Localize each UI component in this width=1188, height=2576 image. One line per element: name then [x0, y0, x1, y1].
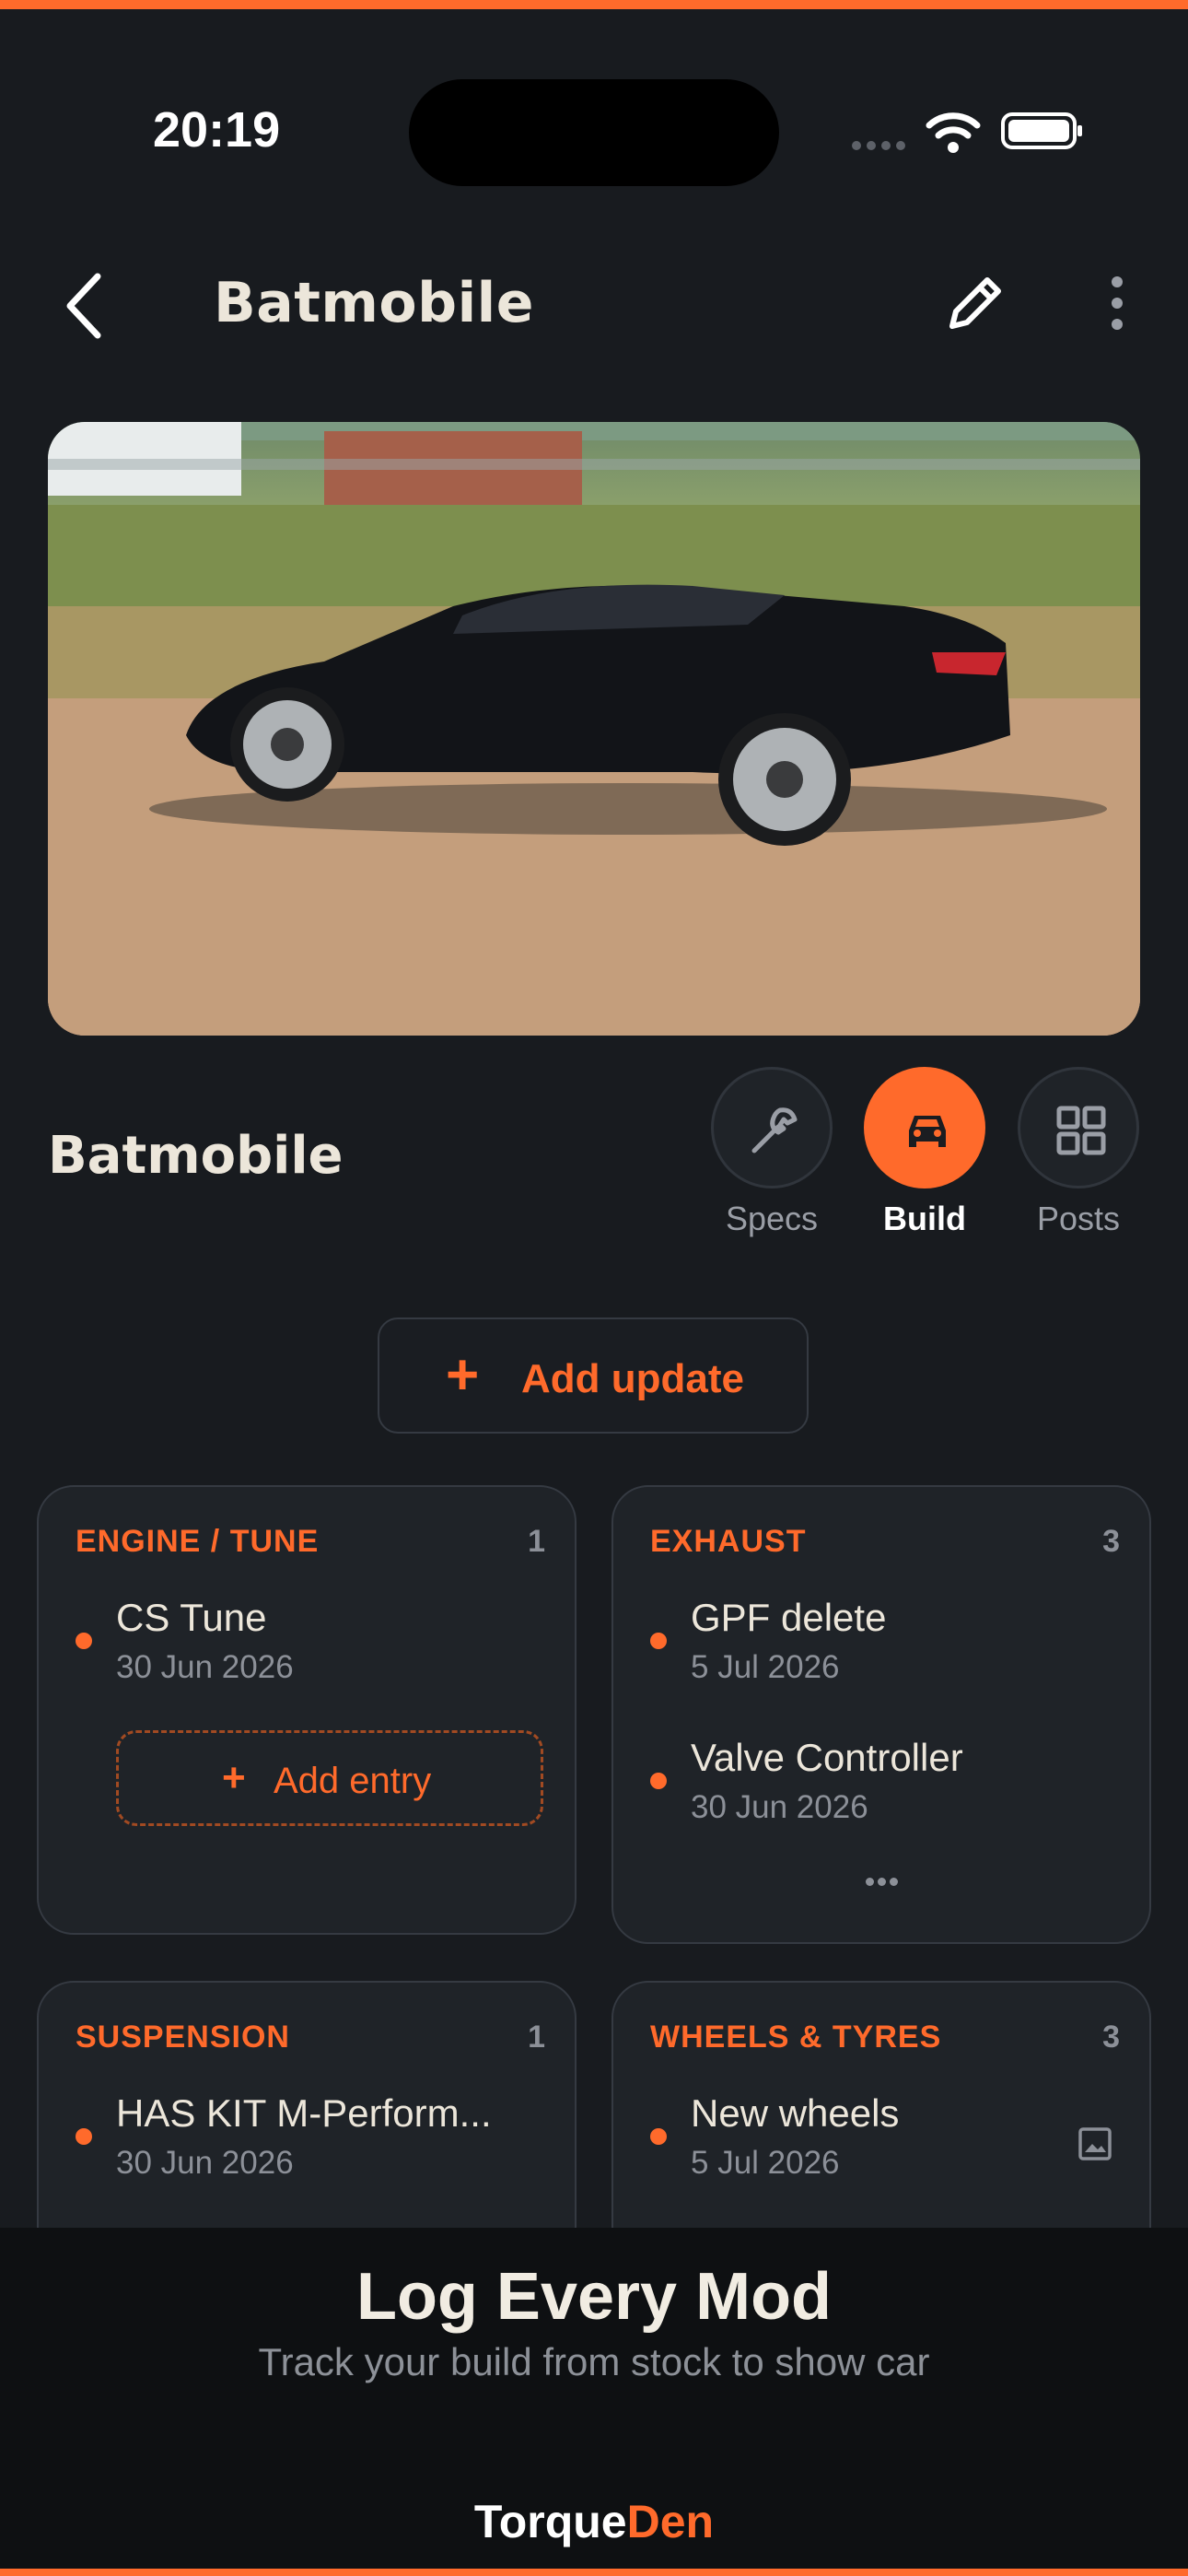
add-entry-button[interactable]: + Add entry — [116, 1730, 543, 1826]
bottom-accent-bar — [0, 2569, 1188, 2576]
brand-logo: TorqueDen — [0, 2495, 1188, 2548]
category-title: WHEELS & TYRES — [650, 2020, 942, 2055]
more-entries-icon[interactable] — [866, 1874, 903, 1886]
more-options-button[interactable] — [1101, 273, 1133, 334]
entry-title: GPF delete — [691, 1596, 887, 1639]
add-update-button[interactable]: + Add update — [378, 1317, 809, 1434]
plus-icon: + — [222, 1755, 246, 1800]
wifi-icon — [926, 112, 981, 153]
category-title: ENGINE / TUNE — [76, 1524, 320, 1559]
brand-part1: Torque — [473, 2496, 627, 2547]
entry-title: New wheels — [691, 2091, 900, 2135]
back-button[interactable] — [57, 269, 112, 343]
edit-button[interactable] — [943, 271, 1007, 335]
category-count: 1 — [528, 2020, 545, 2055]
category-title: EXHAUST — [650, 1524, 807, 1559]
entry-title: HAS KIT M-Perform... — [116, 2091, 492, 2135]
tab-specs[interactable]: Specs — [709, 1067, 834, 1238]
promo-title: Log Every Mod — [355, 2260, 833, 2334]
tab-build[interactable]: Build — [862, 1067, 987, 1238]
entry-title: Valve Controller — [691, 1736, 963, 1779]
entry-date: 30 Jun 2026 — [116, 2145, 294, 2181]
entry-title: CS Tune — [116, 1596, 267, 1639]
dynamic-island — [409, 79, 779, 186]
brand-part2: Den — [626, 2496, 715, 2547]
tab-build-label: Build — [883, 1200, 966, 1237]
category-count: 3 — [1102, 2020, 1120, 2055]
page-title: Batmobile — [214, 271, 534, 335]
add-entry-label: Add entry — [274, 1761, 432, 1801]
add-update-label: Add update — [521, 1356, 744, 1401]
bullet-dot — [76, 2128, 92, 2145]
entry-date: 5 Jul 2026 — [691, 2145, 840, 2181]
grid-icon — [1056, 1106, 1106, 1155]
vehicle-name: Batmobile — [48, 1126, 344, 1186]
category-count: 3 — [1102, 1524, 1120, 1559]
category-count: 1 — [528, 1524, 545, 1559]
category-title: SUSPENSION — [76, 2020, 290, 2055]
plus-icon: + — [446, 1343, 480, 1407]
battery-icon — [1001, 112, 1082, 149]
image-icon — [1078, 2127, 1112, 2160]
vehicle-photo — [48, 422, 1140, 1036]
tab-specs-label: Specs — [725, 1200, 819, 1237]
tab-posts-label: Posts — [1036, 1200, 1121, 1237]
wrench-icon — [751, 1107, 798, 1153]
tab-posts[interactable]: Posts — [1016, 1067, 1141, 1238]
bullet-dot — [650, 1773, 667, 1789]
signal-icon — [852, 138, 911, 155]
entry-date: 30 Jun 2026 — [116, 1649, 294, 1685]
promo-subtitle: Track your build from stock to show car — [258, 2340, 930, 2383]
category-card-engine[interactable]: ENGINE / TUNE 1 CS Tune 30 Jun 2026 + Ad… — [37, 1485, 577, 1935]
status-time: 20:19 — [153, 102, 281, 158]
bullet-dot — [650, 2128, 667, 2145]
entry-date: 30 Jun 2026 — [691, 1789, 868, 1825]
bullet-dot — [76, 1633, 92, 1649]
car-icon — [909, 1116, 946, 1147]
category-card-exhaust[interactable]: EXHAUST 3 GPF delete 5 Jul 2026 Valve Co… — [611, 1485, 1151, 1944]
bullet-dot — [650, 1633, 667, 1649]
top-accent-bar — [0, 0, 1188, 9]
entry-date: 5 Jul 2026 — [691, 1649, 840, 1685]
